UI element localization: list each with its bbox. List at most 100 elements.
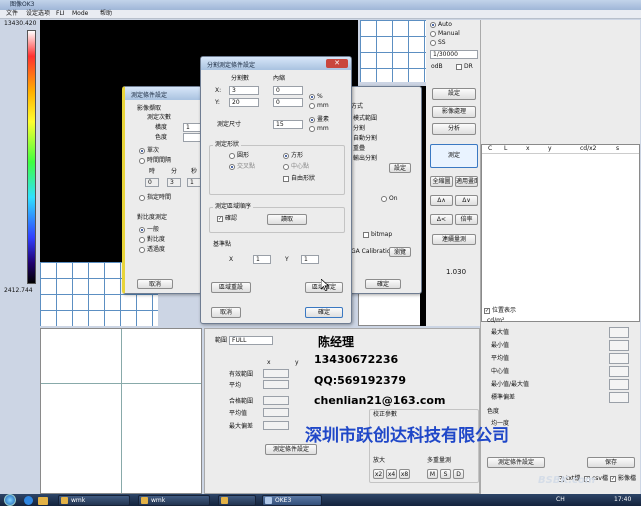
single-radio[interactable] (139, 148, 145, 154)
image-checkbox[interactable]: ✓ (610, 476, 616, 482)
menu-item-help[interactable]: 帮助 (100, 10, 112, 18)
interval-radio[interactable] (139, 158, 145, 164)
app-title-bar: 图像OK3 (0, 0, 641, 10)
zoom-x8-button[interactable]: x8 (399, 469, 410, 479)
folder-icon[interactable] (38, 497, 48, 505)
specify-time-radio[interactable] (139, 195, 145, 201)
base-x-field[interactable]: 1 (253, 255, 271, 264)
multi-s-button[interactable]: S (440, 469, 451, 479)
y-label: Y: (215, 99, 220, 106)
measure-button[interactable]: 測定 (430, 144, 478, 168)
image-process-button[interactable]: 影像處理 (432, 106, 476, 118)
show-position-checkbox[interactable]: ✓ (484, 308, 490, 314)
stat-avg: 平均值 (491, 355, 510, 362)
col-y: y (548, 145, 552, 152)
shape-free-checkbox[interactable] (283, 176, 289, 182)
mode-ss-radio[interactable] (430, 40, 436, 46)
compare-transmission-radio[interactable] (139, 247, 145, 253)
browse-button[interactable]: 瀏覽 (389, 247, 411, 257)
x-label: X: (215, 87, 222, 94)
spec-setting-button[interactable]: 測定條件設定 (487, 457, 545, 468)
scale-button[interactable]: 倍率 (455, 214, 478, 225)
menu-item-settings[interactable]: 设定选项 (26, 10, 50, 18)
taskbar-item-wmk-1[interactable]: wmk (58, 495, 130, 506)
compare-transmission-label: 透過度 (147, 246, 166, 253)
taskbar-item-wmk-2[interactable]: wmk (138, 495, 210, 506)
mode-auto-radio[interactable] (430, 22, 436, 28)
row-luminance: 橫度 (155, 124, 168, 131)
multi-d-button[interactable]: D (453, 469, 464, 479)
save-button[interactable]: 保存 (587, 457, 635, 468)
back-cancel-button[interactable]: 取消 (137, 279, 173, 289)
menu-item-file[interactable]: 文件 (6, 10, 18, 18)
x-field-5[interactable] (263, 421, 289, 430)
shape-center-radio[interactable] (283, 164, 289, 170)
y-inner-field[interactable]: 0 (273, 98, 303, 107)
shape-cross-radio[interactable] (229, 164, 235, 170)
pan-down-button[interactable]: Δ∨ (455, 195, 478, 206)
x-inner-field[interactable]: 0 (273, 86, 303, 95)
compare-contrast-label: 對比度 (147, 236, 166, 243)
colorbar-max: 13430.420 (4, 20, 37, 27)
size-mm-radio[interactable] (309, 126, 315, 132)
compare-normal-radio[interactable] (139, 227, 145, 233)
y-count-field[interactable]: 20 (229, 98, 259, 107)
taskbar-item-3[interactable] (218, 495, 256, 506)
watermark-name: 陈经理 (318, 335, 355, 349)
read-button[interactable]: 讀取 (267, 214, 307, 225)
zoom-label: 放大 (373, 457, 386, 464)
order-checkbox[interactable]: ✓ (217, 216, 223, 222)
mode-label-3: 分割 (353, 125, 366, 132)
range-select[interactable]: FULL (229, 336, 273, 345)
browser-icon[interactable] (24, 496, 33, 505)
base-y-field[interactable]: 1 (301, 255, 319, 264)
time-min-field[interactable]: 3 (167, 178, 181, 187)
taskbar-item-oke3[interactable]: OKE3 (262, 495, 322, 506)
x-field-1[interactable] (263, 369, 289, 378)
mode-manual-radio[interactable] (430, 31, 436, 37)
menu-item-fli[interactable]: FLI (56, 10, 65, 18)
shape-circle-radio[interactable] (229, 153, 235, 159)
mid-confirm-button[interactable]: 確定 (365, 279, 401, 289)
data-table-header: C L x y cd/x2 s (482, 145, 639, 154)
front-ok-button[interactable]: 確定 (305, 307, 343, 318)
size-field[interactable]: 15 (273, 120, 303, 129)
start-orb-icon[interactable] (4, 494, 16, 506)
col-inner-label: 內縮 (273, 75, 286, 82)
col-l: L (504, 145, 508, 152)
x-field-3[interactable] (263, 396, 289, 405)
redraw-region-button[interactable]: 區域重設 (211, 282, 251, 293)
compare-contrast-radio[interactable] (139, 237, 145, 243)
time-hour-field[interactable]: 0 (145, 178, 159, 187)
settings-button[interactable]: 設定 (432, 88, 476, 100)
mid-settings-button[interactable]: 設定 (389, 163, 411, 173)
shape-square-radio[interactable] (283, 153, 289, 159)
zoom-x4-button[interactable]: x4 (386, 469, 397, 479)
fit-screen-button[interactable]: 適用畫面 (455, 176, 478, 187)
calibration-group-title: 校正參數 (373, 411, 398, 418)
unit-pct-radio[interactable] (309, 94, 315, 100)
tray-lang[interactable]: CH (556, 496, 565, 504)
dr-checkbox[interactable] (456, 64, 462, 70)
zoom-x2-button[interactable]: x2 (373, 469, 384, 479)
bitmap-checkbox[interactable] (363, 232, 369, 238)
x-field-2[interactable] (263, 380, 289, 389)
exposure-select[interactable]: 1/30000 (430, 50, 478, 59)
continuous-measure-button[interactable]: 連續量測 (432, 234, 476, 245)
pan-left-button[interactable]: Δ< (430, 214, 453, 225)
unit-mm-radio[interactable] (309, 103, 315, 109)
close-icon[interactable]: ✕ (326, 59, 348, 68)
size-px-radio[interactable] (309, 117, 315, 123)
zoom-in-button[interactable]: 全縮圖 (430, 176, 453, 187)
mid-on-radio[interactable] (381, 196, 387, 202)
time-sec-field[interactable]: 1 (187, 178, 201, 187)
analysis-button[interactable]: 分析 (432, 123, 476, 135)
app-icon (265, 497, 272, 504)
x-count-field[interactable]: 3 (229, 86, 259, 95)
multi-m-button[interactable]: M (427, 469, 438, 479)
x-field-4[interactable] (263, 408, 289, 417)
front-cancel-button[interactable]: 取消 (211, 307, 241, 318)
pan-up-button[interactable]: Δ∧ (430, 195, 453, 206)
plot-crosshair-v (121, 329, 122, 493)
menu-item-mode[interactable]: Mode (72, 10, 88, 18)
